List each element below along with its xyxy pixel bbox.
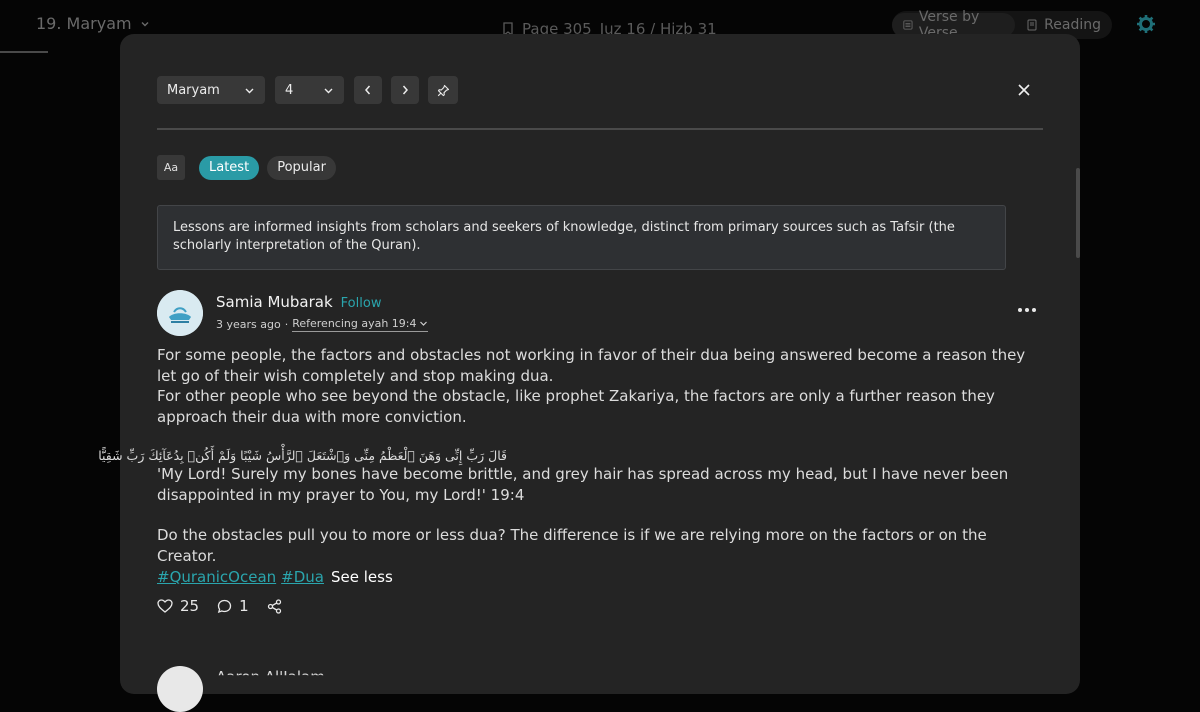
toolbar-divider	[157, 128, 1043, 130]
tab-popular[interactable]: Popular	[267, 155, 336, 180]
settings-button[interactable]	[1136, 14, 1156, 38]
sort-filters: Aa Latest Popular	[157, 155, 336, 180]
ayah-arabic-text: قَالَ رَبِّ إِنِّى وَهَنَ ٱلْعَظْمُ مِنِ…	[98, 448, 507, 463]
book-icon	[1027, 19, 1037, 31]
post-tags: #QuranicOcean #Dua See less	[157, 568, 393, 586]
gear-icon	[1137, 15, 1155, 33]
verse-select[interactable]: 4	[275, 76, 344, 104]
list-icon	[903, 20, 913, 30]
next-verse-button[interactable]	[391, 76, 419, 104]
chevron-left-icon	[365, 85, 371, 95]
surah-select[interactable]: Maryam	[157, 76, 265, 104]
post-body: For some people, the factors and obstacl…	[98, 345, 1043, 566]
pin-icon	[437, 84, 449, 96]
post-paragraph: For some people, the factors and obstacl…	[157, 346, 1026, 385]
more-options-button[interactable]	[1018, 308, 1036, 312]
modal-toolbar: Maryam 4	[157, 76, 458, 104]
ayah-reference-label: Referencing ayah 19:4	[292, 317, 417, 330]
see-less-button[interactable]: See less	[331, 568, 393, 586]
lessons-modal: Maryam 4 Aa Latest Popular Lessons are i…	[98, 34, 1080, 712]
dot	[1018, 308, 1022, 312]
verse-select-value: 4	[285, 82, 294, 98]
dot	[1032, 308, 1036, 312]
share-button[interactable]	[267, 598, 282, 614]
chevron-down-icon	[245, 88, 254, 93]
post-time: 3 years ago	[216, 318, 281, 331]
lessons-disclaimer: Lessons are informed insights from schol…	[157, 205, 1006, 270]
pin-button[interactable]	[428, 76, 458, 104]
tab-latest[interactable]: Latest	[199, 155, 260, 180]
comment-button[interactable]: 1	[217, 597, 249, 615]
ayah-reference[interactable]: Referencing ayah 19:4	[292, 317, 428, 332]
avatar-logo-icon	[157, 290, 203, 336]
surah-select-value: Maryam	[167, 82, 220, 98]
post-meta: 3 years ago · Referencing ayah 19:4	[216, 317, 428, 332]
hashtag-link[interactable]: #QuranicOcean	[157, 568, 276, 586]
meta-separator: ·	[284, 318, 289, 331]
follow-button[interactable]: Follow	[341, 296, 382, 311]
author-name[interactable]: Samia Mubarak	[216, 293, 333, 311]
avatar[interactable]	[157, 290, 203, 336]
post-paragraph: For other people who see beyond the obst…	[157, 387, 995, 426]
heart-icon	[157, 599, 173, 613]
author-line: Samia Mubarak Follow	[216, 293, 381, 311]
post-actions: 25 1	[157, 597, 300, 615]
next-author-name[interactable]: Aaron Al'Jalam	[216, 668, 325, 675]
previous-verse-button[interactable]	[354, 76, 382, 104]
ayah-translation: 'My Lord! Surely my bones have become br…	[157, 465, 1009, 504]
chevron-down-icon	[141, 21, 149, 26]
surah-dropdown[interactable]: 19. Maryam	[36, 14, 150, 33]
close-button[interactable]	[1013, 79, 1035, 101]
comment-count: 1	[239, 597, 249, 615]
dot	[1025, 308, 1029, 312]
chevron-down-icon	[324, 88, 333, 93]
font-size-button[interactable]: Aa	[157, 155, 185, 180]
reading-label: Reading	[1044, 17, 1101, 33]
chevron-down-icon	[419, 321, 427, 326]
scrollbar[interactable]	[1076, 168, 1080, 258]
share-icon	[267, 598, 281, 614]
close-icon	[1018, 84, 1030, 96]
like-count: 25	[180, 597, 200, 615]
hashtag-link[interactable]: #Dua	[281, 568, 324, 586]
post-header: Samia Mubarak Follow 3 years ago · Refer…	[157, 290, 1043, 336]
like-button[interactable]: 25	[157, 597, 199, 615]
avatar[interactable]	[157, 666, 203, 712]
comment-icon	[217, 599, 232, 613]
post-question: Do the obstacles pull you to more or les…	[157, 526, 987, 565]
surah-title: 19. Maryam	[36, 14, 132, 33]
tab-underline	[0, 51, 48, 53]
chevron-right-icon	[402, 85, 408, 95]
